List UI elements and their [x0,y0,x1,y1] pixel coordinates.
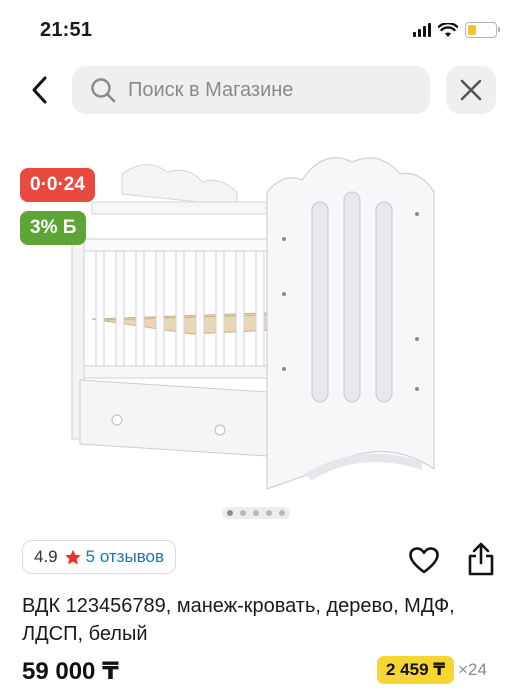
share-icon [468,542,494,576]
slide-dot[interactable] [279,510,285,516]
installment-offer[interactable]: 2 459 ₸ ×24 [377,656,487,684]
product-price: 59 000 ₸ [22,658,119,685]
slide-dot[interactable] [227,510,233,516]
rating-reviews-button[interactable]: 4.9 5 отзывов [22,540,177,574]
top-nav: Поиск в Магазине [0,64,519,116]
reviews-link[interactable]: 5 отзывов [86,547,164,567]
slide-dot[interactable] [266,510,272,516]
cellular-signal-icon [413,23,431,37]
bonus-badge: 3% Б [20,211,87,245]
product-title: ВДК 123456789, манеж-кровать, дерево, МД… [22,595,455,645]
search-input[interactable]: Поиск в Магазине [72,66,430,114]
favorite-button[interactable] [406,542,442,578]
search-icon [91,78,116,103]
product-image [71,157,435,490]
share-button[interactable] [463,540,499,578]
close-search-button[interactable] [446,66,496,114]
installment-amount: 2 459 ₸ [377,656,455,684]
installment-badge: 0·0·24 [20,168,95,202]
slide-dot[interactable] [253,510,259,516]
close-icon [460,79,482,101]
back-button[interactable] [22,72,58,108]
slide-indicator[interactable] [222,507,290,519]
wifi-icon [438,22,458,37]
heart-icon [409,546,439,573]
rating-score: 4.9 [34,547,58,566]
chevron-left-icon [32,76,47,104]
slide-dot[interactable] [240,510,246,516]
battery-icon [465,22,500,38]
installment-months: ×24 [458,660,487,679]
status-time: 21:51 [40,19,93,41]
star-icon [64,549,82,566]
search-placeholder: Поиск в Магазине [128,78,294,101]
status-icons [413,22,500,38]
product-gallery[interactable]: 0·0·24 3% Б [0,130,519,530]
status-bar: 21:51 [0,0,519,60]
